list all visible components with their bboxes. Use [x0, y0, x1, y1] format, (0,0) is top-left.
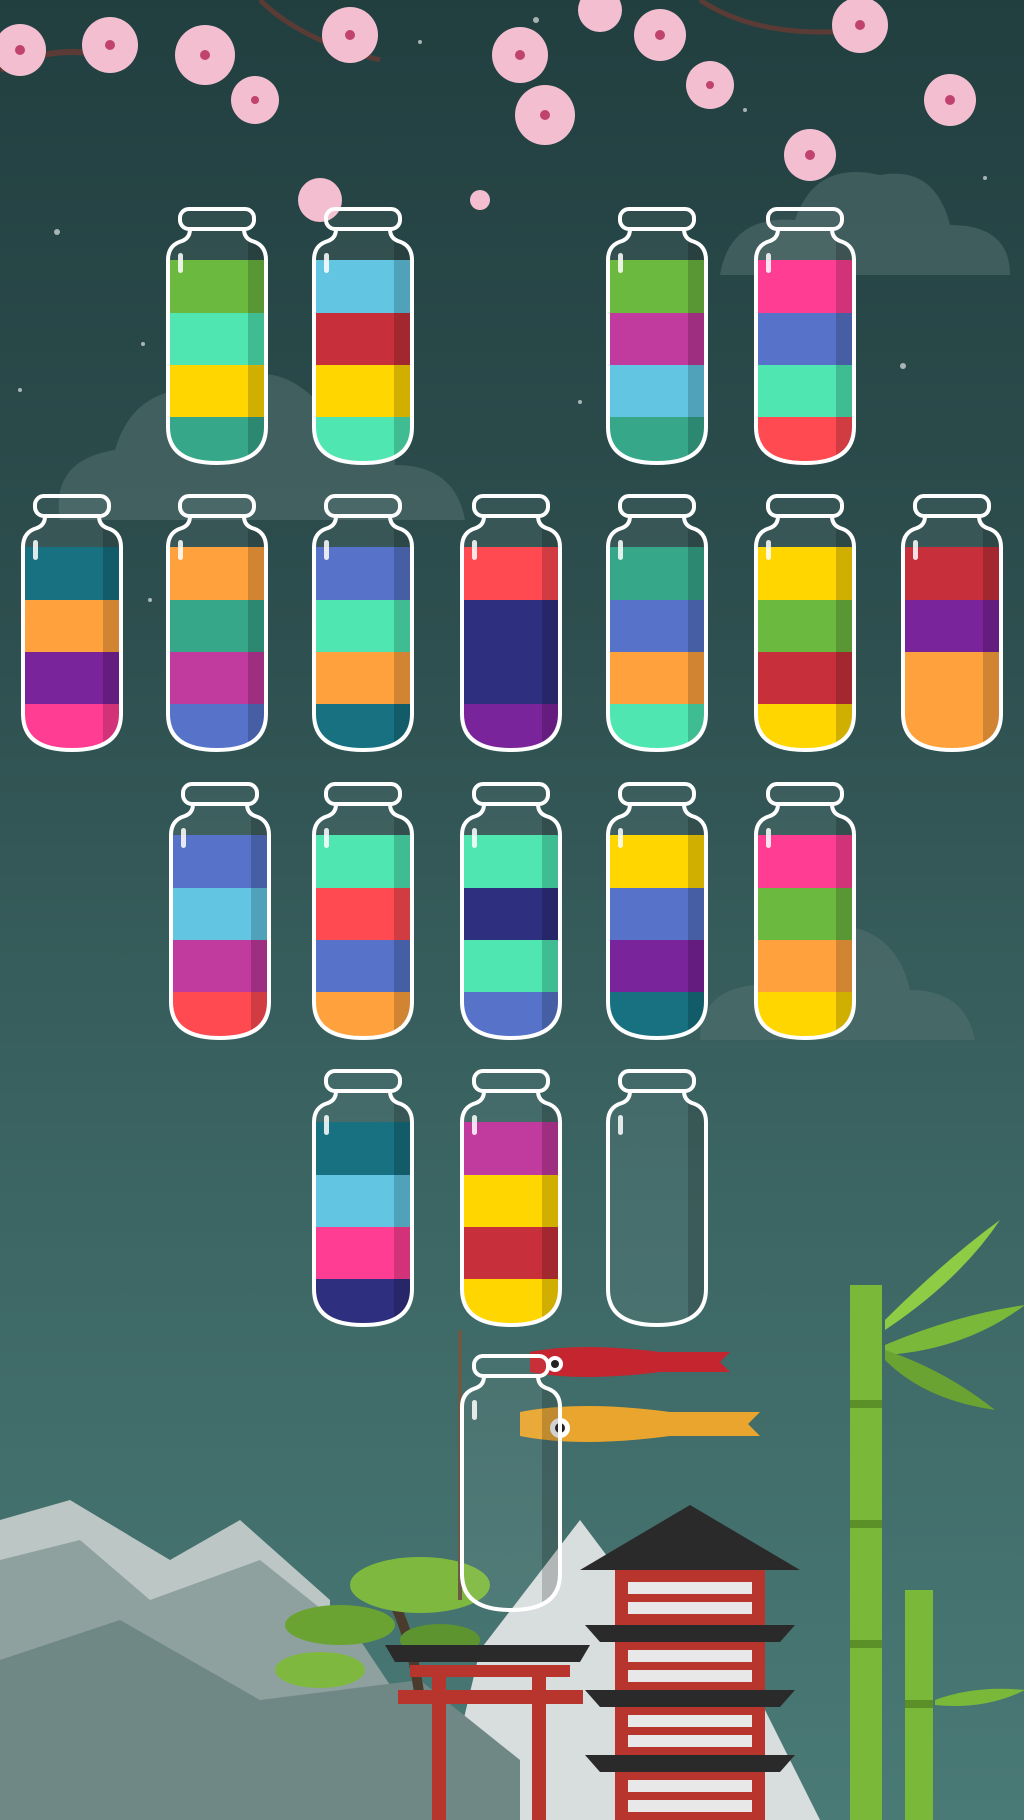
tube-lip — [618, 1069, 696, 1093]
tube-14[interactable] — [456, 780, 566, 1045]
tube-graphic — [312, 1069, 414, 1328]
tube-lip — [472, 1069, 550, 1093]
tube-graphic — [606, 207, 708, 466]
tube-7[interactable] — [308, 492, 418, 757]
tube-graphic — [901, 494, 1003, 753]
tube-19[interactable] — [602, 1067, 712, 1332]
tube-5[interactable] — [17, 492, 127, 757]
tube-graphic — [460, 782, 562, 1041]
tube-lip — [618, 207, 696, 231]
tube-graphic — [606, 782, 708, 1041]
tube-graphic — [460, 1069, 562, 1328]
tube-17[interactable] — [308, 1067, 418, 1332]
tube-3[interactable] — [602, 205, 712, 470]
tube-lip — [324, 207, 402, 231]
game-board — [0, 0, 1024, 1820]
tube-graphic — [312, 207, 414, 466]
tube-graphic — [460, 1354, 562, 1613]
tube-lip — [324, 1069, 402, 1093]
tube-12[interactable] — [165, 780, 275, 1045]
tube-11[interactable] — [897, 492, 1007, 757]
tube-lip — [766, 782, 844, 806]
tube-graphic — [169, 782, 271, 1041]
tube-graphic — [754, 207, 856, 466]
tube-lip — [766, 494, 844, 518]
tube-graphic — [166, 494, 268, 753]
tube-lip — [324, 782, 402, 806]
tube-graphic — [166, 207, 268, 466]
tube-lip — [618, 494, 696, 518]
bamboo — [850, 1220, 1024, 1820]
tube-graphic — [460, 494, 562, 753]
tube-graphic — [312, 782, 414, 1041]
tube-lip — [33, 494, 111, 518]
tube-15[interactable] — [602, 780, 712, 1045]
tube-10[interactable] — [750, 492, 860, 757]
tube-18[interactable] — [456, 1067, 566, 1332]
tube-graphic — [312, 494, 414, 753]
tube-lip — [766, 207, 844, 231]
tube-lip — [181, 782, 259, 806]
tube-8[interactable] — [456, 492, 566, 757]
tube-13[interactable] — [308, 780, 418, 1045]
tube-4[interactable] — [750, 205, 860, 470]
tube-lip — [472, 494, 550, 518]
tube-9[interactable] — [602, 492, 712, 757]
tube-1[interactable] — [162, 205, 272, 470]
tube-lip — [472, 1354, 550, 1378]
tube-graphic — [754, 494, 856, 753]
tube-graphic — [606, 494, 708, 753]
tube-lip — [472, 782, 550, 806]
tube-graphic — [21, 494, 123, 753]
tube-lip — [618, 782, 696, 806]
tube-graphic — [606, 1069, 708, 1328]
tube-lip — [913, 494, 991, 518]
tube-lip — [178, 494, 256, 518]
tube-lip — [178, 207, 256, 231]
tube-lip — [324, 494, 402, 518]
tube-16[interactable] — [750, 780, 860, 1045]
tube-2[interactable] — [308, 205, 418, 470]
tube-6[interactable] — [162, 492, 272, 757]
tube-20[interactable] — [456, 1352, 566, 1617]
tube-graphic — [754, 782, 856, 1041]
